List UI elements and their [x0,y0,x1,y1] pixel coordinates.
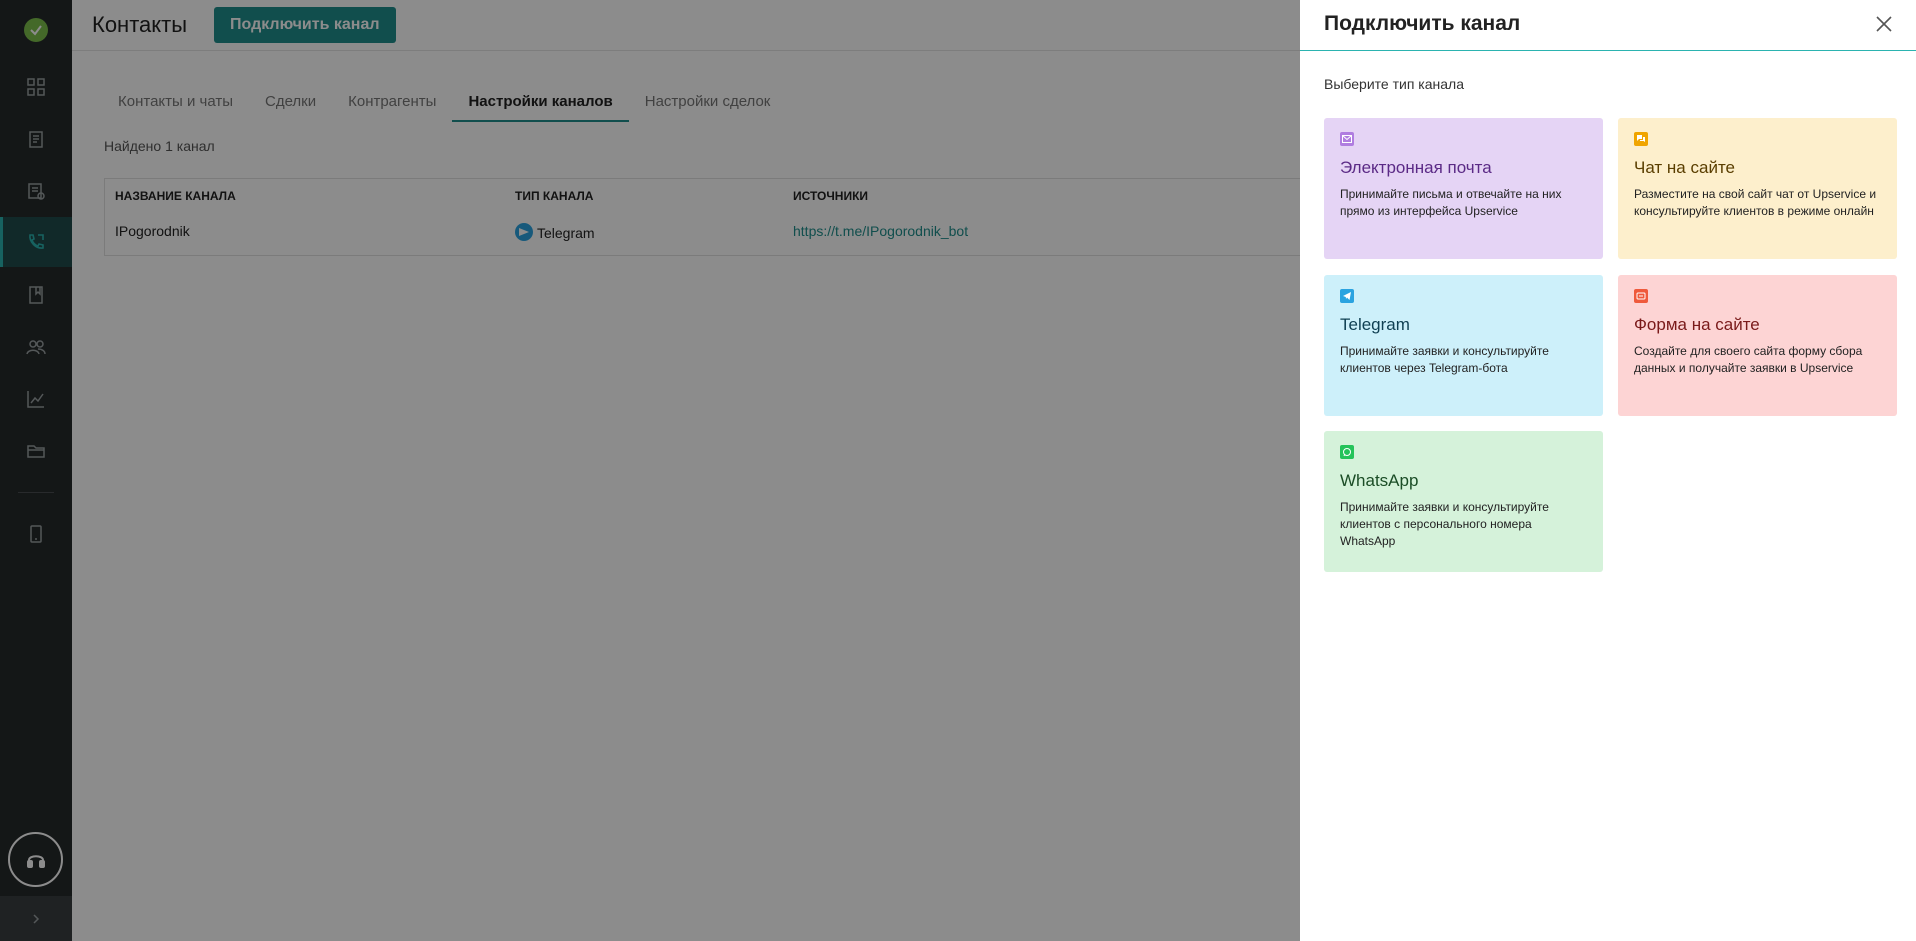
card-title: Telegram [1340,315,1410,334]
card-description: Принимайте заявки и консультируйте клиен… [1340,344,1549,375]
form-icon [1634,289,1648,303]
card-title: Электронная почта [1340,158,1492,177]
card-site-chat[interactable]: Чат на сайте Разместите на свой сайт чат… [1618,118,1897,259]
card-title: Форма на сайте [1634,315,1760,334]
app: Контакты Подключить канал Контакты и чат… [0,0,1916,941]
chat-icon [1634,132,1648,146]
drawer-title: Подключить канал [1324,12,1521,35]
mail-icon [1340,132,1354,146]
telegram-icon [1340,289,1354,303]
card-title: Чат на сайте [1634,158,1735,177]
whatsapp-icon [1340,445,1354,459]
card-description: Разместите на свой сайт чат от Upservice… [1634,187,1877,218]
card-description: Принимайте письма и отвечайте на них пря… [1340,187,1562,218]
drawer-subtitle: Выберите тип канала [1324,76,1464,92]
drawer-header: Подключить канал [1300,0,1916,51]
card-whatsapp[interactable]: WhatsApp Принимайте заявки и консультиру… [1324,431,1603,572]
card-description: Создайте для своего сайта форму сбора да… [1634,344,1863,375]
connect-channel-drawer: Подключить канал Выберите тип канала Эле… [1300,0,1916,941]
card-site-form[interactable]: Форма на сайте Создайте для своего сайта… [1618,275,1897,416]
modal-overlay[interactable] [0,0,1300,941]
card-title: WhatsApp [1340,471,1419,490]
card-email[interactable]: Электронная почта Принимайте письма и от… [1324,118,1603,259]
card-telegram[interactable]: Telegram Принимайте заявки и консультиру… [1324,275,1603,416]
card-description: Принимайте заявки и консультируйте клиен… [1340,500,1549,548]
close-icon[interactable] [1872,12,1896,36]
